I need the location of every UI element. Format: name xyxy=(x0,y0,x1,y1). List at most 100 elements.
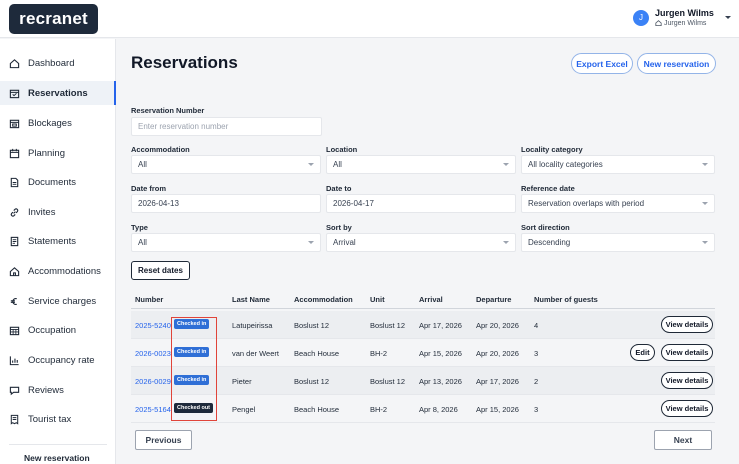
status-badge: Checked out xyxy=(174,403,214,413)
page-title: Reservations xyxy=(131,53,238,72)
sidebar-item-reservations[interactable]: Reservations xyxy=(0,81,116,105)
unit-cell: Boslust 12 xyxy=(370,321,406,330)
last-name-cell: Latupeirissa xyxy=(232,321,273,330)
sidebar-item-label: Occupation xyxy=(28,324,77,336)
guests-cell: 4 xyxy=(534,321,539,330)
date-to-label: Date to xyxy=(326,184,352,193)
sidebar-item-label: Reservations xyxy=(28,87,88,99)
sidebar-item-statements[interactable]: Statements xyxy=(0,229,116,253)
sidebar-item-tourist-tax[interactable]: Tourist tax xyxy=(0,407,116,431)
sidebar-item-documents[interactable]: Documents xyxy=(0,170,116,194)
column-header-unit: Unit xyxy=(370,295,385,304)
view-details-button[interactable]: View details xyxy=(661,344,713,361)
sidebar-item-planning[interactable]: Planning xyxy=(0,141,116,165)
reservation-number-link[interactable]: 2025-5240 xyxy=(135,321,171,330)
locality-category-value: All locality categories xyxy=(528,160,603,169)
sidebar-item-label: Documents xyxy=(28,176,77,188)
edit-button[interactable]: Edit xyxy=(630,344,655,361)
recranet-logo[interactable]: recranet xyxy=(9,4,98,34)
euro-icon xyxy=(9,296,20,307)
reservation-number-input[interactable]: Enter reservation number xyxy=(131,117,322,136)
last-name-cell: Pieter xyxy=(232,377,252,386)
reference-date-select[interactable]: Reservation overlaps with period xyxy=(521,194,715,213)
accommodation-cell: Beach House xyxy=(294,405,340,414)
sidebar-item-occupation[interactable]: Occupation xyxy=(0,318,116,342)
date-from-input[interactable]: 2026-04-13 xyxy=(131,194,321,213)
sidebar-new-reservation-link[interactable]: New reservation xyxy=(24,453,90,463)
sidebar-item-label: Reviews xyxy=(28,384,64,396)
reservation-number-link[interactable]: 2026-0023 xyxy=(135,349,171,358)
sidebar-item-label: Statements xyxy=(28,235,77,247)
receipt-icon xyxy=(9,414,20,425)
unit-cell: Boslust 12 xyxy=(370,377,406,386)
chevron-down-icon xyxy=(702,163,708,166)
sidebar-item-blockages[interactable]: Blockages xyxy=(0,111,116,135)
top-bar: recranet J Jurgen Wilms Jurgen Wilms xyxy=(0,0,739,38)
chevron-down-icon xyxy=(725,16,731,19)
reservation-number-link[interactable]: 2026-0029 xyxy=(135,377,171,386)
chevron-down-icon xyxy=(503,241,509,244)
chevron-down-icon xyxy=(308,241,314,244)
sidebar: Dashboard Reservations Blockages Plannin… xyxy=(0,39,116,464)
user-account: Jurgen Wilms xyxy=(655,20,706,27)
calendar-icon xyxy=(9,148,20,159)
sidebar-item-label: Blockages xyxy=(28,117,72,129)
type-value: All xyxy=(138,238,147,247)
user-menu[interactable]: J Jurgen Wilms Jurgen Wilms xyxy=(621,6,739,32)
sidebar-item-label: Dashboard xyxy=(28,57,75,69)
arrival-cell: Apr 15, 2026 xyxy=(419,349,462,358)
column-header-accommodation: Accommodation xyxy=(294,295,353,304)
accommodation-cell: Beach House xyxy=(294,349,340,358)
locality-category-select[interactable]: All locality categories xyxy=(521,155,715,174)
sidebar-item-reviews[interactable]: Reviews xyxy=(0,378,116,402)
sidebar-item-service-charges[interactable]: Service charges xyxy=(0,289,116,313)
arrival-cell: Apr 8, 2026 xyxy=(419,405,458,414)
locality-category-label: Locality category xyxy=(521,145,583,154)
column-header-arrival: Arrival xyxy=(419,295,443,304)
sidebar-item-occupancy-rate[interactable]: Occupancy rate xyxy=(0,348,116,372)
bar-chart-icon xyxy=(9,355,20,366)
view-details-button[interactable]: View details xyxy=(661,316,713,333)
departure-cell: Apr 20, 2026 xyxy=(476,349,519,358)
sort-by-select[interactable]: Arrival xyxy=(326,233,516,252)
statement-icon xyxy=(9,236,20,247)
status-badge: Checked in xyxy=(174,347,210,357)
sidebar-item-invites[interactable]: Invites xyxy=(0,200,116,224)
home-icon xyxy=(655,20,662,26)
arrival-cell: Apr 17, 2026 xyxy=(419,321,462,330)
chevron-down-icon xyxy=(702,241,708,244)
sidebar-item-accommodations[interactable]: Accommodations xyxy=(0,259,116,283)
location-value: All xyxy=(333,160,342,169)
status-badge: Checked in xyxy=(174,375,210,385)
reservation-number-link[interactable]: 2025-5164 xyxy=(135,405,171,414)
chevron-down-icon xyxy=(702,202,708,205)
new-reservation-button[interactable]: New reservation xyxy=(637,53,716,74)
sidebar-item-label: Planning xyxy=(28,147,65,159)
type-select[interactable]: All xyxy=(131,233,321,252)
table-row: 2026-0023 Checked in van der Weert Beach… xyxy=(131,339,715,367)
type-label: Type xyxy=(131,223,148,232)
export-excel-button[interactable]: Export Excel xyxy=(571,53,633,74)
reset-dates-button[interactable]: Reset dates xyxy=(131,261,190,280)
chevron-down-icon xyxy=(503,163,509,166)
previous-page-button[interactable]: Previous xyxy=(135,430,192,450)
accommodation-value: All xyxy=(138,160,147,169)
view-details-button[interactable]: View details xyxy=(661,372,713,389)
location-select[interactable]: All xyxy=(326,155,516,174)
date-to-input[interactable]: 2026-04-17 xyxy=(326,194,516,213)
user-name: Jurgen Wilms xyxy=(655,8,714,18)
reference-date-value: Reservation overlaps with period xyxy=(528,199,645,208)
sidebar-item-dashboard[interactable]: Dashboard xyxy=(0,51,116,75)
sort-direction-select[interactable]: Descending xyxy=(521,233,715,252)
user-avatar: J xyxy=(633,10,649,26)
sort-direction-label: Sort direction xyxy=(521,223,570,232)
accommodation-cell: Boslust 12 xyxy=(294,321,330,330)
calendar-block-icon xyxy=(9,118,20,129)
house-icon xyxy=(9,266,20,277)
accommodation-select[interactable]: All xyxy=(131,155,321,174)
next-page-button[interactable]: Next xyxy=(654,430,712,450)
guests-cell: 3 xyxy=(534,405,539,414)
view-details-button[interactable]: View details xyxy=(661,400,713,417)
reservation-number-label: Reservation Number xyxy=(131,106,205,115)
sidebar-item-label: Invites xyxy=(28,206,56,218)
